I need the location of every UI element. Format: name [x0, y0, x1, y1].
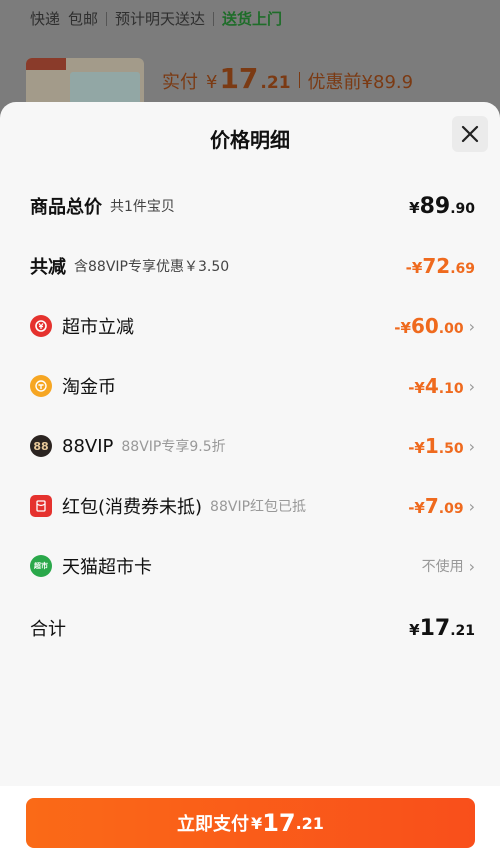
chevron-right-icon: ›	[468, 436, 475, 456]
row-goods-total: 商品总价 共1件宝贝 ¥ 89 .90	[30, 186, 475, 226]
row-taojinbi[interactable]: 淘金币 -¥ 4 .10 ›	[30, 366, 475, 406]
divider	[106, 11, 108, 26]
chevron-right-icon: ›	[468, 376, 475, 396]
coin-icon	[30, 375, 52, 397]
close-button[interactable]	[452, 116, 488, 152]
discount-tag-icon	[30, 315, 52, 337]
row-value: ¥ 89 .90	[409, 193, 475, 219]
row-note: 共1件宝贝	[110, 199, 175, 215]
pay-int: 17	[262, 809, 296, 837]
row-value: -¥ 72 .69	[405, 254, 475, 278]
price-detail-sheet: 价格明细 商品总价 共1件宝贝 ¥ 89 .90 共减 含88VIP专享优惠￥3…	[0, 102, 500, 858]
row-value: -¥ 4 .10	[408, 374, 464, 398]
price-symbol: ¥	[206, 72, 218, 93]
row-label: 淘金币	[62, 377, 116, 398]
row-total-reduction: 共减 含88VIP专享优惠￥3.50 -¥ 72 .69	[30, 246, 475, 286]
row-label: 红包(消费券未抵)	[62, 497, 203, 518]
chevron-right-icon: ›	[468, 556, 475, 576]
pay-label: 立即支付	[177, 814, 250, 835]
pay-symbol: ¥	[251, 813, 263, 833]
row-supermarket-discount[interactable]: 超市立减 -¥ 60 .00 ›	[30, 306, 475, 346]
row-value: -¥ 1 .50	[408, 434, 464, 458]
row-label: 商品总价	[30, 197, 102, 218]
shipping-info: 快递 包邮 预计明天送达 送货上门	[30, 8, 282, 29]
price-dec: .21	[260, 73, 291, 93]
door-delivery: 送货上门	[222, 10, 283, 28]
background-price: 实付 ¥ 17 .21 优惠前¥89.9	[162, 62, 413, 95]
row-label: 合计	[30, 619, 66, 640]
row-note: 88VIP专享9.5折	[121, 439, 226, 455]
pay-now-button[interactable]: 立即支付 ¥ 17 .21	[26, 798, 475, 848]
free-shipping: 包邮	[68, 10, 99, 28]
row-sum: 合计 ¥ 17 .21	[30, 608, 475, 648]
tmall-card-icon: 超市	[30, 555, 52, 577]
vip-88-icon: 88	[30, 435, 52, 457]
row-label: 超市立减	[62, 317, 134, 338]
row-88vip[interactable]: 88 88VIP 88VIP专享9.5折 -¥ 1 .50 ›	[30, 426, 475, 466]
row-red-packet[interactable]: 红包(消费券未抵) 88VIP红包已抵 -¥ 7 .09 ›	[30, 486, 475, 526]
row-label: 天猫超市卡	[62, 557, 152, 578]
delivery-eta: 预计明天送达	[115, 10, 206, 28]
divider	[213, 11, 215, 26]
shipping-method: 快递	[30, 10, 61, 28]
red-packet-icon	[30, 495, 52, 517]
pay-bar: 立即支付 ¥ 17 .21	[0, 786, 500, 858]
row-label: 共减	[30, 257, 66, 278]
row-note: 含88VIP专享优惠￥3.50	[74, 259, 230, 275]
row-note: 88VIP红包已抵	[210, 499, 307, 515]
row-tmall-card[interactable]: 超市 天猫超市卡 不使用 ›	[30, 546, 475, 586]
close-icon	[461, 125, 479, 143]
sheet-title: 价格明细	[210, 128, 290, 152]
row-value: -¥ 60 .00	[394, 314, 464, 338]
row-value: -¥ 7 .09	[408, 494, 464, 518]
divider	[298, 72, 300, 88]
row-label: 88VIP	[62, 435, 114, 457]
pay-dec: .21	[295, 813, 324, 833]
before-discount: 优惠前¥89.9	[307, 72, 414, 93]
chevron-right-icon: ›	[468, 316, 475, 336]
card-status: 不使用	[421, 559, 464, 575]
chevron-right-icon: ›	[468, 496, 475, 516]
actual-price-label: 实付	[162, 72, 198, 93]
price-int: 17	[219, 62, 259, 95]
row-value: ¥ 17 .21	[409, 615, 475, 641]
